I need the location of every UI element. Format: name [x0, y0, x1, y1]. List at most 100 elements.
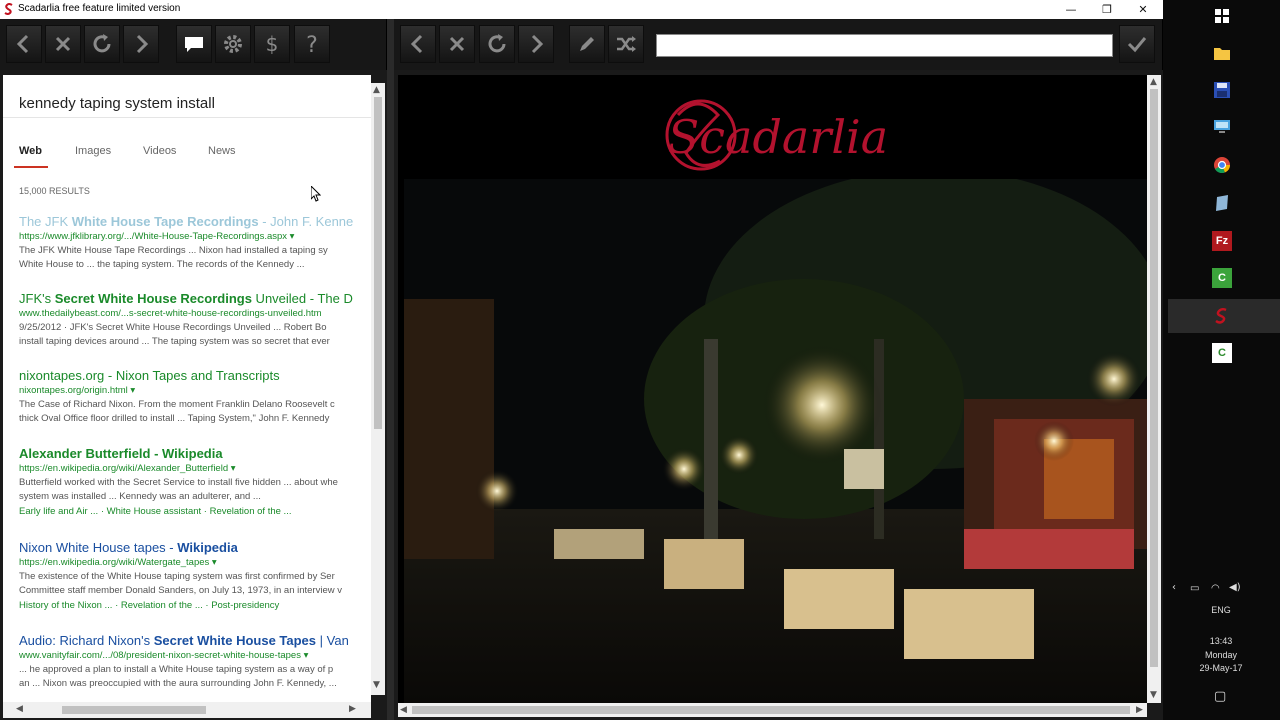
result-title-link[interactable]: JFK's Secret White House Recordings Unve…: [19, 290, 371, 307]
scadarlia-icon[interactable]: [1212, 306, 1232, 326]
active-tab-underline: [14, 166, 48, 168]
right-hscroll-thumb[interactable]: [412, 706, 1130, 714]
tab-news[interactable]: News: [208, 145, 236, 157]
chat-icon: [185, 37, 203, 52]
file-explorer-icon[interactable]: [1212, 43, 1232, 63]
right-stop-button[interactable]: [439, 25, 475, 63]
scroll-right-icon[interactable]: ▶: [1136, 705, 1143, 715]
result-url[interactable]: https://en.wikipedia.org/wiki/Alexander_…: [19, 462, 371, 476]
window-title: Scadarlia free feature limited version: [18, 3, 181, 14]
help-button[interactable]: ?: [294, 25, 330, 63]
result-snippet: Committee staff member Donald Sanders, o…: [19, 585, 342, 596]
result-url[interactable]: www.thedailybeast.com/...s-secret-white-…: [19, 307, 371, 321]
edit-button[interactable]: [569, 25, 605, 63]
left-toolbar: $ ?: [0, 19, 387, 70]
battery-icon[interactable]: ▭: [1190, 583, 1199, 594]
result-title-link[interactable]: Alexander Butterfield - Wikipedia: [19, 445, 371, 462]
left-scroll-thumb[interactable]: [374, 97, 382, 429]
notifications-icon[interactable]: ▢: [1214, 689, 1226, 704]
result-title-link[interactable]: nixontapes.org - Nixon Tapes and Transcr…: [19, 367, 371, 384]
dollar-icon: $: [266, 32, 279, 56]
check-icon: [1127, 37, 1147, 53]
go-button[interactable]: [1119, 25, 1155, 63]
help-icon: ?: [306, 33, 318, 56]
scroll-down-icon[interactable]: ▼: [373, 680, 380, 690]
forward-button[interactable]: [123, 25, 159, 63]
result-url[interactable]: https://en.wikipedia.org/wiki/Watergate_…: [19, 556, 371, 570]
app-window: Scadarlia free feature limited version —…: [0, 0, 1163, 720]
search-result: JFK's Secret White House Recordings Unve…: [19, 290, 371, 349]
search-result: nixontapes.org - Nixon Tapes and Transcr…: [19, 367, 371, 426]
stop-icon: [55, 36, 71, 52]
save-disk-icon[interactable]: [1212, 80, 1232, 100]
chrome-icon[interactable]: [1212, 155, 1232, 175]
result-url[interactable]: nixontapes.org/origin.html ▾: [19, 384, 371, 398]
search-result: Alexander Butterfield - Wikipedia https:…: [19, 445, 371, 520]
right-forward-button[interactable]: [518, 25, 554, 63]
volume-icon[interactable]: ◀): [1229, 582, 1241, 593]
left-hscroll-thumb[interactable]: [62, 706, 206, 714]
title-bar: Scadarlia free feature limited version —…: [0, 0, 1163, 19]
language-indicator[interactable]: ENG: [1181, 605, 1261, 615]
right-refresh-button[interactable]: [479, 25, 515, 63]
back-icon: [16, 34, 29, 54]
svg-text:$: $: [266, 32, 279, 56]
refresh-icon: [488, 34, 506, 53]
result-snippet: thick Oval Office floor drilled to insta…: [19, 413, 330, 424]
back-button[interactable]: [6, 25, 42, 63]
refresh-button[interactable]: [84, 25, 120, 63]
scroll-up-icon[interactable]: ▲: [1150, 77, 1157, 87]
logo-text: Scadarlia: [668, 110, 888, 164]
result-snippet: The JFK White House Tape Recordings ... …: [19, 245, 328, 256]
filezilla-icon[interactable]: Fz: [1212, 231, 1232, 251]
right-toolbar: [394, 19, 1163, 70]
result-title-link[interactable]: Nixon White House tapes - Wikipedia: [19, 539, 371, 556]
app-logo-icon: [4, 3, 13, 15]
scroll-left-icon[interactable]: ◀: [400, 705, 407, 715]
address-input[interactable]: [656, 34, 1113, 57]
settings-button[interactable]: [215, 25, 251, 63]
clock-time[interactable]: 13:43: [1181, 636, 1261, 646]
result-snippet: The existence of the White House taping …: [19, 571, 335, 582]
tab-images[interactable]: Images: [75, 145, 111, 157]
tab-videos[interactable]: Videos: [143, 145, 176, 157]
scadarlia-logo: Scadarlia: [665, 99, 888, 171]
purchase-button[interactable]: $: [254, 25, 290, 63]
pencil-icon: [580, 37, 594, 51]
chat-button[interactable]: [176, 25, 212, 63]
result-title-link[interactable]: The JFK White House Tape Recordings - Jo…: [19, 213, 371, 230]
scroll-right-icon[interactable]: ▶: [349, 704, 356, 714]
monitor-icon[interactable]: [1212, 117, 1232, 137]
close-button[interactable]: ✕: [1125, 0, 1161, 19]
scroll-up-icon[interactable]: ▲: [373, 85, 380, 95]
windows-start-icon[interactable]: [1212, 6, 1232, 26]
shuffle-button[interactable]: [608, 25, 644, 63]
clock-day[interactable]: Monday: [1181, 650, 1261, 660]
result-url[interactable]: www.vanityfair.com/.../08/president-nixo…: [19, 649, 371, 663]
wifi-icon[interactable]: ◠: [1211, 583, 1220, 594]
result-snippet: 9/25/2012 · JFK's Secret White House Rec…: [19, 322, 327, 333]
notepad-icon[interactable]: [1212, 193, 1232, 213]
minimize-button[interactable]: —: [1053, 0, 1089, 19]
camtasia-icon[interactable]: C: [1212, 268, 1232, 288]
forward-icon: [136, 34, 149, 54]
stop-button[interactable]: [45, 25, 81, 63]
result-title-link[interactable]: Audio: Richard Nixon's Secret White Hous…: [19, 632, 371, 649]
tab-web[interactable]: Web: [19, 145, 42, 157]
result-url[interactable]: https://www.jfklibrary.org/.../White-Hou…: [19, 230, 371, 244]
right-scroll-thumb[interactable]: [1150, 89, 1158, 667]
result-snippet: Butterfield worked with the Secret Servi…: [19, 477, 338, 488]
result-sitelinks[interactable]: History of the Nixon ... · Revelation of…: [19, 598, 371, 614]
search-query-text[interactable]: kennedy taping system install: [19, 95, 215, 112]
camtasia-recorder-icon[interactable]: C: [1212, 343, 1232, 363]
tray-expand-icon[interactable]: ‹: [1172, 582, 1176, 593]
right-browser-pane: Scadarlia: [398, 75, 1147, 703]
pane-divider[interactable]: [387, 19, 394, 720]
restaurant-street-photo: [404, 179, 1147, 703]
scroll-left-icon[interactable]: ◀: [16, 704, 23, 714]
result-sitelinks[interactable]: Early life and Air ... · White House ass…: [19, 504, 371, 520]
scroll-down-icon[interactable]: ▼: [1150, 690, 1157, 700]
clock-date[interactable]: 29-May-17: [1181, 663, 1261, 673]
right-back-button[interactable]: [400, 25, 436, 63]
maximize-button[interactable]: ❐: [1089, 0, 1125, 19]
